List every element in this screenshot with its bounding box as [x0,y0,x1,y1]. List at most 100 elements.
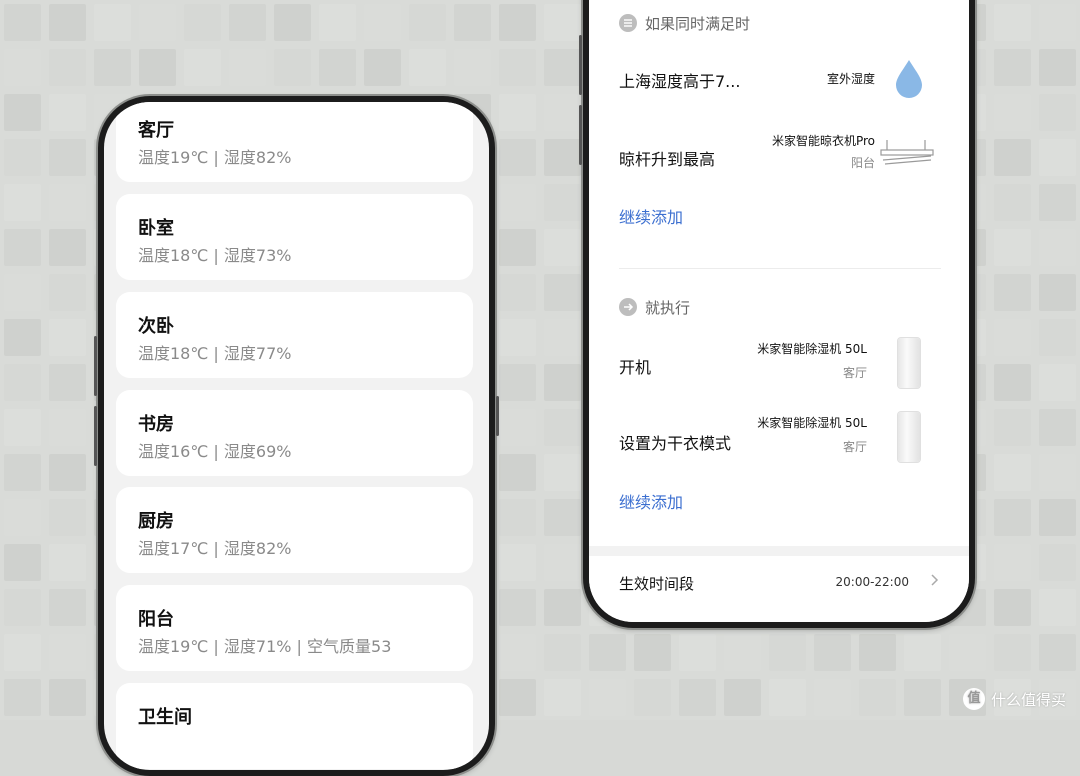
background-tile [1039,589,1076,626]
background-tile [94,49,131,86]
condition-add-link[interactable]: 继续添加 [619,204,683,228]
background-tile [49,499,86,536]
background-tile [949,634,986,671]
background-tile [4,364,41,401]
room-card-second-bedroom[interactable]: 次卧 温度18℃ | 湿度77% [116,292,473,378]
background-tile [49,139,86,176]
background-tile [544,94,581,131]
background-tile [49,229,86,266]
side-button [579,35,582,95]
background-tile [1039,49,1076,86]
background-tile [1039,544,1076,581]
background-tile [184,49,221,86]
background-tile [139,4,176,41]
background-tile [544,49,581,86]
background-tile [994,139,1031,176]
watermark-logo: 值 [962,688,985,710]
action-row-dry-mode[interactable]: 设置为干衣模式 米家智能除湿机 50L 客厅 [589,402,969,478]
condition-row-rack[interactable]: 晾杆升到最高 米家智能晾衣机Pro 阳台 [589,116,969,192]
background-tile [994,184,1031,221]
automation-screen: 如果同时满足时 上海湿度高于7... 室外湿度 晾杆升到最高 米家智能晾衣机Pr… [589,0,969,622]
background-tile [1039,184,1076,221]
arrow-right-icon [619,298,637,316]
background-tile [49,454,86,491]
row-title: 上海湿度高于7... [619,72,741,91]
background-tile [499,274,536,311]
background-tile [634,634,671,671]
background-tile [49,544,86,581]
background-tile [4,229,41,266]
background-tile [499,49,536,86]
room-list-screen: 客厅 温度19℃ | 湿度82% 卧室 温度18℃ | 湿度73% 次卧 温度1… [104,102,489,770]
background-tile [499,679,536,716]
action-row-power-on[interactable]: 开机 米家智能除湿机 50L 客厅 [589,326,969,402]
background-tile [499,499,536,536]
dehumidifier-icon [898,412,920,462]
action-section-title: 就执行 [645,299,691,317]
background-tile [4,544,41,581]
background-tile [4,499,41,536]
effective-time-row[interactable]: 生效时间段 20:00-22:00 [589,556,969,622]
background-tile [4,139,41,176]
row-title: 晾杆升到最高 [619,150,716,169]
device-room: 客厅 [842,366,867,380]
room-info: 温度18℃ | 湿度73% [138,246,292,265]
background-tile [544,139,581,176]
action-add-link[interactable]: 继续添加 [619,489,683,513]
background-tile [49,274,86,311]
section-divider [619,268,941,269]
background-tile [499,94,536,131]
device-room: 阳台 [850,156,875,170]
background-tile [499,319,536,356]
room-name: 卫生间 [138,707,192,728]
condition-section-title: 如果同时满足时 [645,15,751,33]
room-card-study[interactable]: 书房 温度16℃ | 湿度69% [116,390,473,476]
background-tile [589,679,626,716]
background-tile [859,634,896,671]
side-button [94,406,97,466]
background-tile [319,4,356,41]
room-card-bedroom[interactable]: 卧室 温度18℃ | 湿度73% [116,194,473,280]
condition-row-humidity[interactable]: 上海湿度高于7... 室外湿度 [589,42,969,114]
background-tile [544,589,581,626]
background-tile [634,679,671,716]
side-button [496,396,499,436]
background-tile [1039,274,1076,311]
room-card-bathroom[interactable]: 卫生间 [116,683,473,769]
background-tile [409,4,446,41]
device-room: 客厅 [842,440,867,454]
effective-time-label: 生效时间段 [619,575,695,593]
room-name: 厨房 [138,511,174,532]
background-tile [1039,4,1076,41]
room-info: 温度16℃ | 湿度69% [138,442,292,461]
room-info: 温度19℃ | 湿度71% | 空气质量53 [138,637,392,656]
background-tile [994,364,1031,401]
background-tile [679,679,716,716]
background-tile [49,49,86,86]
room-card-kitchen[interactable]: 厨房 温度17℃ | 湿度82% [116,487,473,573]
background-tile [499,229,536,266]
background-tile [1039,319,1076,356]
background-tile [49,364,86,401]
background-tile [364,49,401,86]
room-card-living[interactable]: 客厅 温度19℃ | 湿度82% [116,102,473,182]
room-name: 书房 [138,414,174,435]
background-tile [994,544,1031,581]
background-tile [544,409,581,446]
background-tile [544,4,581,41]
background-tile [1039,94,1076,131]
background-tile [544,274,581,311]
background-tile [994,4,1031,41]
background-tile [1039,499,1076,536]
background-tile [4,679,41,716]
background-tile [4,454,41,491]
background-tile [544,184,581,221]
room-name: 卧室 [138,218,174,239]
background-tile [274,4,311,41]
background-tile [4,589,41,626]
background-tile [814,634,851,671]
room-card-balcony[interactable]: 阳台 温度19℃ | 湿度71% | 空气质量53 [116,585,473,671]
background-tile [49,409,86,446]
background-tile [4,184,41,221]
background-tile [364,4,401,41]
